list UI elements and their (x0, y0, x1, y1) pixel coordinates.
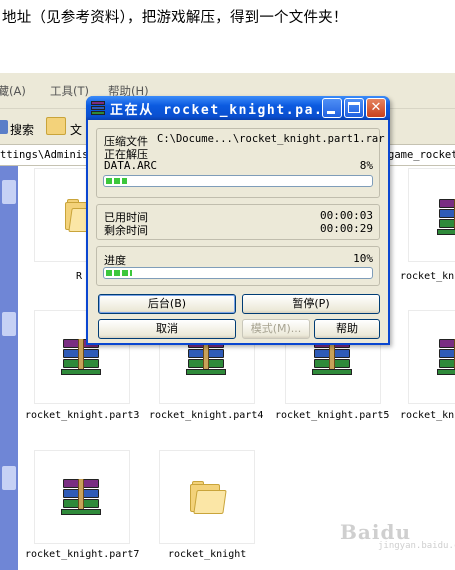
folder-icon (190, 481, 227, 515)
file-label: rocket_knight (168, 549, 247, 560)
address-path-left: ttings\Adminis (0, 149, 89, 161)
file-label: rocket_knight.part7 (25, 549, 140, 560)
task-pane-section[interactable] (2, 312, 16, 336)
file-label: rocket_knight.part6 (400, 410, 455, 421)
folders-button[interactable]: 文件夹 (70, 121, 82, 138)
close-button[interactable]: ✕ (366, 98, 386, 118)
caption-text: 地址（见参考资料），把游戏解压，得到一个文件夹！ (2, 10, 348, 26)
search-button[interactable]: 搜索 (10, 121, 34, 138)
baidu-watermark: Baidu jingyan.baidu.com (340, 516, 455, 551)
file-label: R (76, 271, 83, 282)
file-progress-bar (103, 175, 373, 187)
current-file: DATA.ARC (104, 159, 157, 172)
total-percent: 10% (353, 252, 373, 265)
close-icon: ✕ (370, 100, 382, 115)
maximize-icon (345, 99, 363, 117)
task-pane-section[interactable] (2, 180, 16, 204)
background-button[interactable]: 后台(B) (98, 294, 236, 314)
remaining-time: 00:00:29 (320, 222, 373, 235)
file-label: rocket_knight.part5 (275, 410, 390, 421)
extract-progress-dialog: 正在从 rocket_knight.pa... ✕ 压缩文件 C:\Docume… (86, 96, 390, 345)
archive-panel: 压缩文件 C:\Docume...\rocket_knight.part1.ra… (96, 128, 385, 198)
rar-archive-icon (437, 199, 455, 237)
minimize-button[interactable] (322, 98, 342, 118)
file-label: rocket_knight.part4 (149, 410, 264, 421)
archive-path: C:\Docume...\rocket_knight.part1.rar (157, 133, 385, 145)
elapsed-time: 00:00:03 (320, 209, 373, 222)
progress-label: 进度 (104, 254, 126, 267)
address-path-right: game_rocket (388, 149, 455, 161)
dialog-title: 正在从 rocket_knight.pa... (110, 103, 343, 118)
remaining-label: 剩余时间 (104, 224, 148, 237)
file-item[interactable] (408, 310, 455, 404)
winrar-icon (91, 101, 105, 115)
minimize-icon (323, 99, 341, 117)
cancel-button[interactable]: 取消 (98, 319, 236, 339)
watermark-url: jingyan.baidu.com (378, 541, 455, 551)
pause-button[interactable]: 暂停(P) (242, 294, 380, 314)
total-progress-panel: 进度 10% (96, 246, 380, 286)
task-pane (0, 166, 18, 570)
total-progress-fill (106, 270, 132, 276)
file-percent: 8% (359, 159, 373, 172)
instruction-caption: 地址（见参考资料），把游戏解压，得到一个文件夹！ (0, 0, 455, 36)
rar-archive-icon (61, 479, 101, 517)
menu-favorites[interactable]: 收藏(A) (0, 83, 26, 99)
file-item[interactable] (159, 450, 255, 544)
file-item[interactable] (408, 168, 455, 262)
folders-icon (46, 117, 66, 135)
file-label: rocket_knight.part3 (25, 410, 140, 421)
maximize-button[interactable] (344, 98, 364, 118)
dialog-titlebar[interactable]: 正在从 rocket_knight.pa... ✕ (86, 96, 390, 120)
help-button[interactable]: 帮助 (314, 319, 380, 339)
file-label: rocket_knight.part2 (400, 271, 455, 282)
search-glass-icon (0, 120, 8, 134)
file-item[interactable] (34, 450, 130, 544)
task-pane-section[interactable] (2, 466, 16, 490)
menu-tools[interactable]: 工具(T) (50, 83, 89, 99)
rar-archive-icon (437, 339, 455, 377)
file-progress-fill (106, 178, 127, 184)
total-progress-bar (103, 267, 373, 279)
mode-button[interactable]: 模式(M)... (242, 319, 310, 339)
time-panel: 已用时间 00:00:03 剩余时间 00:00:29 (96, 204, 380, 240)
